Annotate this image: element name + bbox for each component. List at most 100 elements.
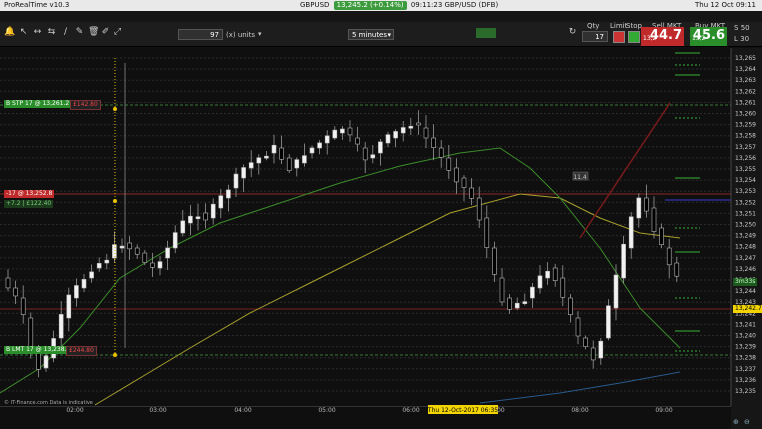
candle-down — [438, 147, 444, 158]
link-icon[interactable]: ↻ — [567, 27, 578, 38]
candle-down — [461, 177, 467, 188]
price-tick-label: 13,250 — [735, 222, 756, 229]
price-tick-label: 13,262 — [735, 88, 756, 95]
mid-label: 11.4 — [573, 174, 587, 181]
blmt-order-tag[interactable]: B LMT 17 @ 13,238.4 — [4, 346, 73, 354]
limit-toggle[interactable] — [613, 31, 625, 43]
time-tick-label: 09:00 — [655, 407, 672, 414]
bell-icon[interactable]: 🔔 — [4, 27, 15, 38]
stop-toggle[interactable] — [628, 31, 640, 43]
candle-down — [659, 227, 664, 245]
candle-down — [362, 147, 368, 161]
candle-down — [13, 287, 18, 297]
pen-icon[interactable]: ✎ — [74, 27, 85, 38]
candle-up — [606, 305, 611, 339]
candle-down — [5, 277, 11, 289]
l-label: L 30 — [734, 35, 750, 43]
units-dropdown-icon[interactable]: ▾ — [258, 30, 262, 38]
candle-up — [628, 216, 634, 249]
candle-up — [241, 167, 246, 179]
position-pnl: +7.2 | £122.40 — [4, 200, 54, 208]
blmt-pnl: £244.80 — [66, 346, 97, 356]
price-tick-label: 13,261 — [735, 99, 756, 106]
sell-market-button[interactable]: 13,2 44.7 — [641, 27, 684, 46]
candle-down — [416, 122, 421, 126]
instrument-name[interactable]: GBPUSD — [300, 1, 329, 9]
candle-down — [423, 127, 429, 139]
candle-up — [302, 155, 307, 164]
candle-up — [621, 243, 626, 279]
bstp-order-tag[interactable]: B STP 17 @ 13,261.2 — [4, 100, 72, 108]
candle-down — [651, 207, 657, 232]
candle-up — [210, 203, 216, 219]
line-tool-icon[interactable]: ∕ — [60, 27, 71, 38]
time-tick-label: 03:00 — [149, 407, 166, 414]
price-pill: 13,245.2 (+0.14%) — [333, 1, 407, 10]
candle-down — [203, 212, 208, 221]
candle-up — [180, 220, 186, 234]
app-title[interactable]: ProRealTime v10.3 — [4, 0, 69, 11]
price-tick-label: 13,249 — [735, 233, 756, 240]
buy-market-button[interactable]: 13,2 45.6 — [690, 27, 727, 46]
candle-up — [530, 286, 535, 299]
candle-up — [112, 244, 117, 259]
candle-down — [568, 297, 573, 315]
candle-up — [332, 129, 338, 139]
price-tick-label: 13,235 — [735, 388, 756, 395]
position-tag[interactable]: -17 @ 13,252.8 — [4, 190, 55, 198]
candle-up — [537, 275, 543, 289]
candle-up — [226, 189, 231, 199]
price-tick-label: 13,236 — [735, 377, 756, 384]
candle-up — [43, 355, 49, 369]
candle-up — [340, 128, 345, 134]
candle-down — [142, 252, 148, 263]
cursor-icon[interactable]: ↖ — [18, 27, 29, 38]
price-tick-label: 13,244 — [735, 288, 756, 295]
bstp-pnl: £142.80 — [70, 100, 101, 110]
candle-down — [492, 247, 497, 275]
time-tick-label: 02:00 — [66, 407, 83, 414]
zoom-icon[interactable]: ⤢ — [112, 27, 123, 38]
candle-down — [476, 197, 482, 221]
candle-up — [545, 270, 550, 279]
time-info: 09:11:23 GBP/USD (DFB) — [410, 1, 499, 9]
segment-icon[interactable]: ⇆ — [46, 27, 57, 38]
candle-down — [469, 187, 474, 199]
candle-up — [514, 302, 520, 309]
indicator-icon[interactable] — [476, 28, 496, 38]
s-label: S 50 — [734, 24, 750, 32]
candle-down — [666, 247, 672, 266]
zoom-out-icon[interactable]: ⊖ — [744, 418, 750, 426]
candle-down — [355, 137, 360, 145]
price-tick-label: 13,265 — [735, 55, 756, 62]
candle-up — [370, 154, 376, 159]
pencil-icon[interactable]: ✐ — [100, 27, 111, 38]
price-tick-label: 13,246 — [735, 266, 756, 273]
candle-up — [157, 261, 163, 269]
candle-up — [96, 263, 102, 269]
price-tick-label: 13,251 — [735, 210, 756, 217]
candle-down — [499, 277, 505, 303]
candle-down — [28, 317, 34, 348]
price-tick-label: 13,248 — [735, 244, 756, 251]
candle-down — [644, 197, 649, 212]
candle-up — [233, 173, 239, 189]
timeframe-select[interactable]: 5 minutes ▾ — [348, 29, 394, 40]
units-input[interactable]: 97 — [178, 29, 223, 40]
candle-up — [248, 162, 254, 169]
zoom-in-icon[interactable]: ⊕ — [733, 418, 739, 426]
timeframe-value: 5 minutes — [352, 31, 388, 39]
candle-down — [150, 262, 155, 268]
price-chart[interactable]: 13,265 13,264 13,263 13,262 13,261 13,260 13,2… — [0, 48, 762, 429]
candle-down — [507, 297, 512, 310]
price-tick-label: 13,263 — [735, 77, 756, 84]
candle-up — [613, 274, 619, 309]
menu-bar: ProRealTime v10.3 GBPUSD 13,245.2 (+0.14… — [0, 0, 762, 11]
hline-icon[interactable]: ↔ — [32, 27, 43, 38]
candle-down — [286, 157, 292, 171]
trash-icon[interactable]: 🗑 — [88, 27, 99, 38]
candle-up — [195, 216, 201, 220]
candle-down — [560, 277, 566, 298]
current-price-tag: 13,242.7 — [733, 305, 762, 313]
qty-input[interactable]: 17 — [582, 31, 608, 42]
